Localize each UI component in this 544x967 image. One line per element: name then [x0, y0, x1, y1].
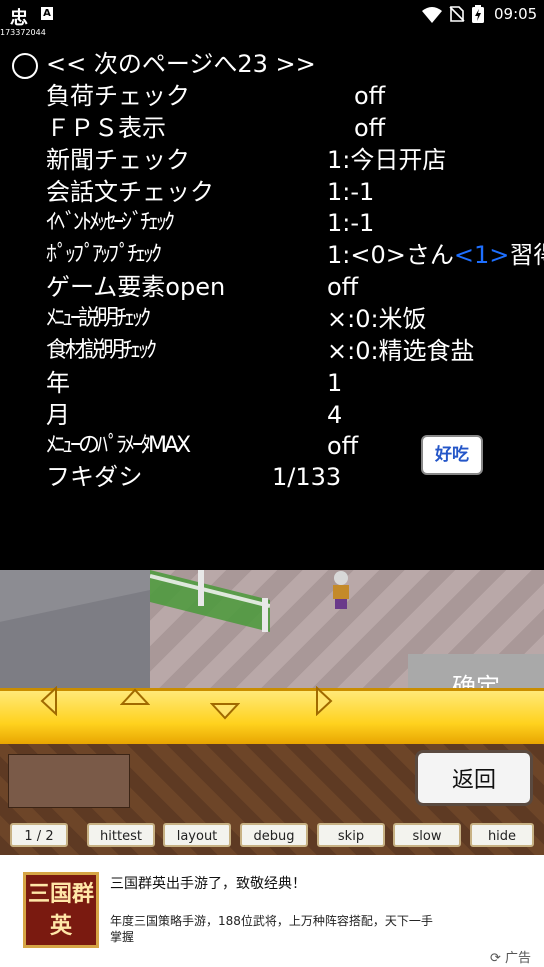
menu-value-event-message: 1:-1: [327, 209, 375, 237]
arrow-down-icon[interactable]: [210, 700, 240, 722]
arrow-right-icon[interactable]: [313, 686, 335, 716]
menu-value-menu-desc: ×:0:米饭: [327, 305, 427, 333]
page-indicator-button[interactable]: 1 / 2: [10, 823, 68, 847]
popup-value-suffix: 習得: [509, 241, 544, 269]
menu-label-fps[interactable]: ＦＰＳ表示: [46, 113, 166, 143]
menu-label-dialogue[interactable]: 会話文チェック: [46, 177, 214, 207]
fence: [150, 570, 270, 632]
text-display-box: [8, 754, 130, 808]
radio-button[interactable]: [12, 53, 38, 79]
battery-icon: [472, 5, 484, 23]
menu-value-game-elements: off: [327, 273, 359, 301]
skip-button[interactable]: skip: [317, 823, 385, 847]
ad-description[interactable]: 年度三国策略手游，188位武将，上万种阵容搭配，天下一手掌握: [110, 913, 440, 945]
ad-banner[interactable]: 三国群英 三国群英出手游了，致敬经典！ 年度三国策略手游，188位武将，上万种阵…: [0, 855, 544, 967]
back-button[interactable]: 返回: [415, 750, 533, 806]
menu-value-speech-bubble: 1/133: [272, 463, 342, 491]
menu-value-month: 4: [327, 401, 343, 429]
menu-label-param-max[interactable]: ﾒﾆｭｰのﾊﾟﾗﾒｰﾀMAX: [46, 431, 191, 461]
menu-label-month[interactable]: 月: [46, 400, 70, 430]
menu-label-newspaper[interactable]: 新聞チェック: [46, 145, 190, 175]
ad-label-text: 广告: [505, 951, 532, 966]
character-sprite[interactable]: [326, 570, 356, 612]
menu-value-ingredient-desc: ×:0:精选食盐: [327, 337, 475, 365]
menu-value-newspaper: 1:今日开店: [327, 146, 447, 174]
menu-label-event-message[interactable]: ｲﾍﾞﾝﾄﾒｯｾｰｼﾞﾁｪｯｸ: [46, 208, 175, 238]
wifi-icon: [422, 7, 442, 23]
gold-bar: [0, 688, 544, 745]
layout-button[interactable]: layout: [163, 823, 231, 847]
speech-bubble: 好吃: [421, 435, 483, 475]
menu-value-dialogue: 1:-1: [327, 178, 375, 206]
next-page-header[interactable]: << 次のページへ23 >>: [46, 49, 316, 79]
clock: 09:05: [494, 5, 538, 23]
menu-value-year: 1: [327, 369, 343, 397]
ad-logo-image[interactable]: 三国群英: [23, 872, 99, 948]
menu-label-year[interactable]: 年: [46, 368, 70, 398]
popup-value-prefix: 1:<0>さん: [327, 241, 454, 269]
ad-label[interactable]: ⟳ 广告: [490, 947, 531, 966]
menu-label-menu-desc[interactable]: ﾒﾆｭｰ説明ﾁｪｯｸ: [46, 304, 151, 334]
a-notification-icon: A: [41, 7, 53, 20]
popup-value-highlight: <1>: [453, 241, 510, 269]
hittest-button[interactable]: hittest: [87, 823, 155, 847]
arrow-up-icon[interactable]: [120, 686, 150, 708]
device-id-text: 173372044: [0, 28, 46, 37]
menu-label-load-check[interactable]: 負荷チェック: [46, 81, 190, 111]
ad-close-icon[interactable]: ⟳: [490, 951, 501, 966]
menu-value-fps: off: [354, 114, 386, 142]
menu-label-speech-bubble[interactable]: フキダシ: [46, 462, 142, 492]
menu-value-param-max: off: [327, 432, 359, 460]
menu-label-game-elements[interactable]: ゲーム要素open: [46, 272, 225, 302]
menu-label-popup[interactable]: ﾎﾟｯﾌﾟｱｯﾌﾟﾁｪｯｸ: [46, 240, 162, 270]
arrow-left-icon[interactable]: [38, 686, 60, 716]
ad-title[interactable]: 三国群英出手游了，致敬经典！: [110, 873, 306, 893]
menu-value-load-check: off: [354, 82, 386, 110]
slow-button[interactable]: slow: [393, 823, 461, 847]
menu-label-ingredient-desc[interactable]: 食材説明ﾁｪｯｸ: [46, 336, 157, 366]
hide-button[interactable]: hide: [470, 823, 534, 847]
no-sim-icon: [449, 6, 465, 22]
menu-value-popup: 1:<0>さん<1>習得: [327, 240, 544, 270]
debug-button[interactable]: debug: [240, 823, 308, 847]
app-notification-icon: 忠: [10, 8, 28, 29]
